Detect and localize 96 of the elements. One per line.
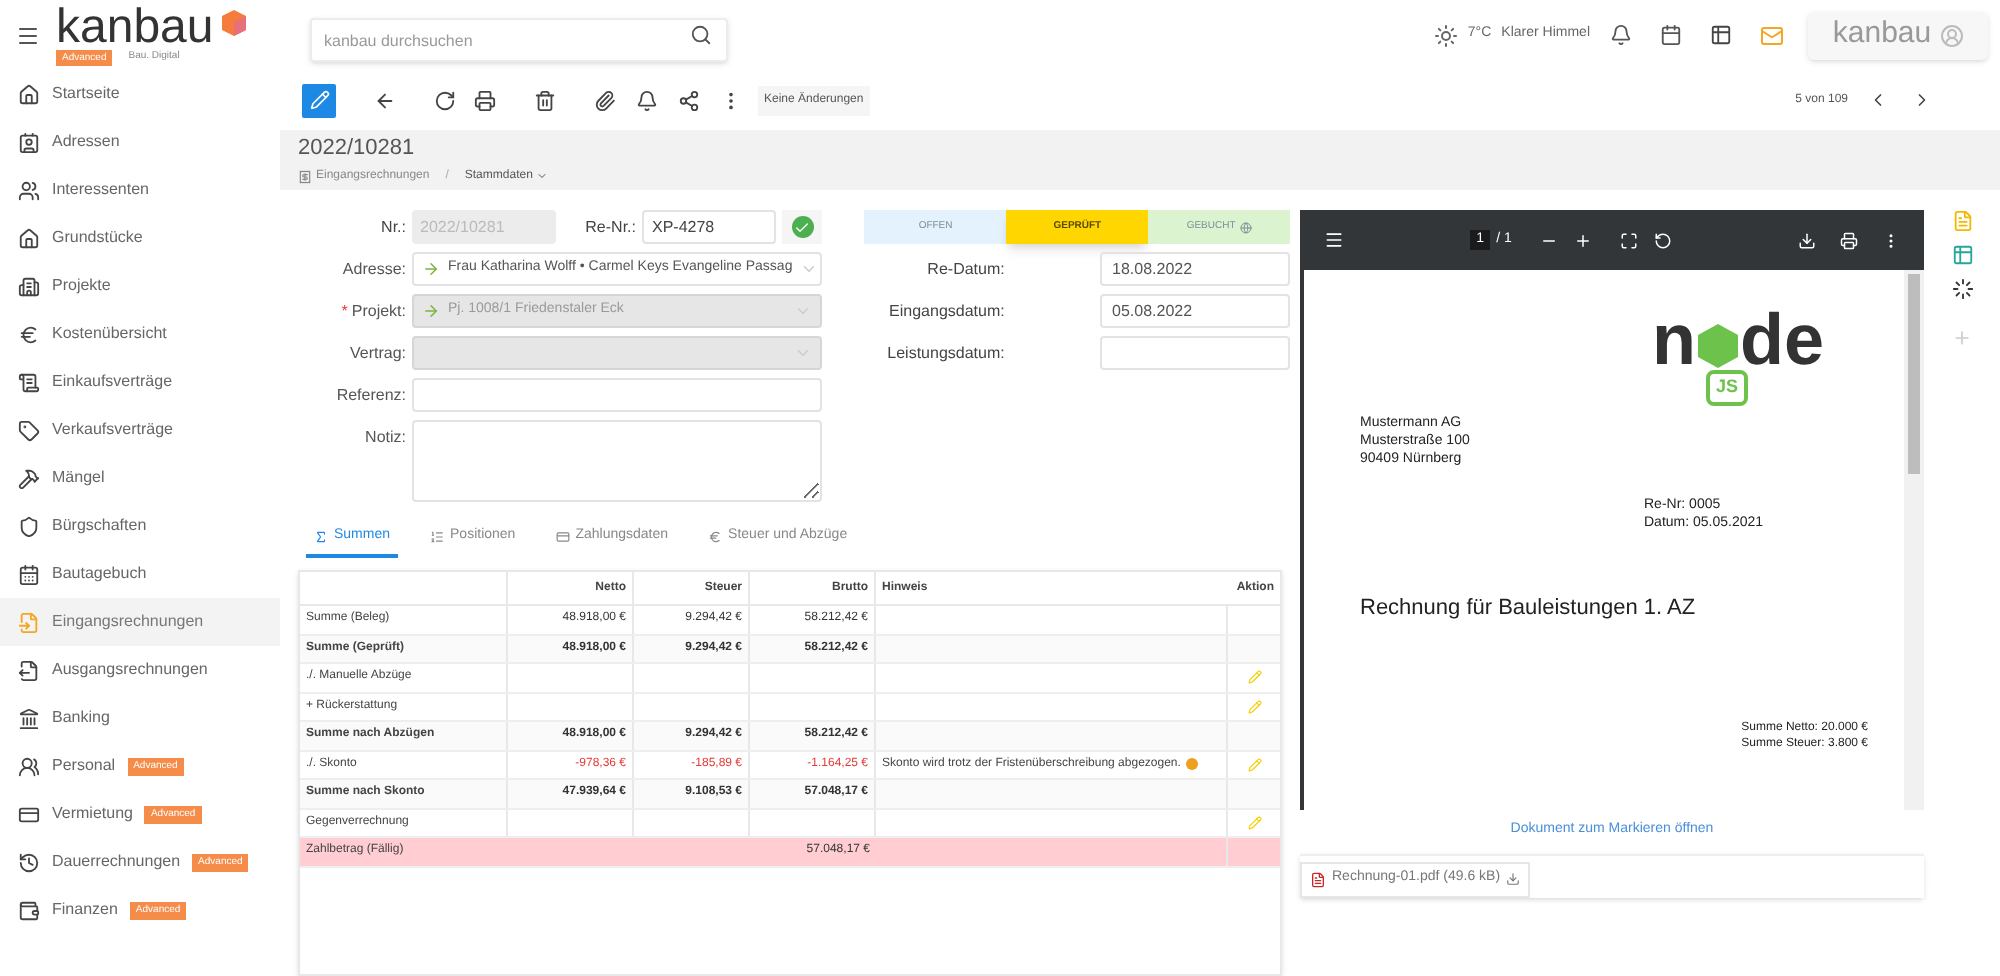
sidebar-item[interactable]: Ausgangsrechnungen (0, 646, 280, 694)
field-label: Referenz: (336, 383, 406, 407)
zoom-in-icon[interactable] (1573, 231, 1592, 249)
bell-icon[interactable] (636, 89, 658, 111)
date-field[interactable]: 18.08.2022 (1100, 252, 1290, 286)
sidebar-item[interactable]: Verkaufsverträge (0, 406, 280, 454)
nav-icon (18, 323, 40, 345)
sidebar-item[interactable]: Bautagebuch (0, 550, 280, 598)
field-label: Nr.: (379, 215, 406, 239)
nav-icon (18, 179, 40, 201)
nav-icon (18, 275, 40, 297)
sidebar-item[interactable]: Bürgschaften (0, 502, 280, 550)
table-icon[interactable] (1710, 24, 1732, 46)
scrollbar-thumb[interactable] (1908, 274, 1920, 474)
logo-text: de (1739, 306, 1824, 374)
hexagon-icon (1695, 322, 1740, 370)
sidebar-item[interactable]: Projekte (0, 262, 280, 310)
nav-icon (18, 851, 40, 873)
chevron-down-icon (800, 260, 819, 278)
menu-icon[interactable] (16, 23, 40, 47)
tab-icon (555, 529, 570, 543)
trash-icon[interactable] (534, 89, 556, 111)
field-label: Notiz: (365, 425, 406, 449)
notes-field[interactable] (412, 420, 822, 502)
print-icon[interactable] (474, 89, 496, 111)
required-marker: * (341, 299, 348, 323)
tab-icon (314, 529, 328, 543)
field-label: Vertrag: (349, 341, 406, 365)
bell-icon[interactable] (1610, 24, 1632, 46)
search-field[interactable]: kanbau durchsuchen (310, 18, 728, 62)
nav-icon (18, 419, 40, 441)
logo-text: n (1651, 306, 1696, 374)
tab-icon (430, 529, 445, 543)
nav-icon (18, 515, 40, 537)
nav-icon (18, 131, 40, 153)
sidebar-item[interactable]: Grundstücke (0, 214, 280, 262)
menu-icon[interactable] (1324, 230, 1344, 250)
field-label: Re-Nr.: (583, 215, 636, 239)
record-title: 2022/10281 (298, 135, 417, 161)
sidebar-item[interactable]: Adressen (0, 118, 280, 166)
input-field[interactable] (412, 378, 822, 412)
field-label: Leistungsdatum: (885, 341, 1005, 365)
edit-button[interactable] (302, 83, 336, 117)
chevron-down-icon (536, 170, 549, 182)
nav-icon (18, 755, 40, 777)
search-icon[interactable] (690, 23, 712, 45)
nav-icon (18, 803, 40, 825)
nav-icon (18, 467, 40, 489)
sidebar-item[interactable]: Einkaufsverträge (0, 358, 280, 406)
nav-icon (18, 371, 40, 393)
date-field[interactable] (1100, 336, 1290, 370)
field-label: Eingangsdatum: (887, 299, 1005, 323)
print-icon[interactable] (1840, 231, 1859, 249)
share-icon[interactable] (678, 89, 700, 111)
nav-icon (18, 563, 40, 585)
logo-wordmark: kanbau (56, 5, 214, 49)
nav-icon (18, 707, 40, 729)
pdf-file-icon (1310, 871, 1326, 887)
pencil-icon (309, 90, 329, 110)
nav-icon (18, 83, 40, 105)
cube-logo-icon (217, 5, 250, 37)
document-heading: Rechnung für Bauleistungen 1. AZ (1360, 593, 1698, 623)
calendar-icon[interactable] (1660, 24, 1682, 46)
nav-icon (18, 659, 40, 681)
refresh-icon[interactable] (434, 89, 456, 111)
chevron-down-icon (794, 344, 812, 362)
arrow-icon (422, 302, 440, 320)
chevron-down-icon (794, 302, 812, 320)
field-label: Adresse: (342, 257, 406, 281)
arrow-icon (422, 260, 440, 278)
sun-icon (1433, 23, 1458, 47)
sidebar-item[interactable]: Mängel (0, 454, 280, 502)
sidebar-item[interactable]: Kostenübersicht (0, 310, 280, 358)
user-avatar-icon (1939, 23, 1964, 47)
logo-badge: JS (1705, 370, 1748, 405)
globe-icon (1239, 221, 1252, 233)
download-icon (1506, 872, 1521, 886)
fit-page-icon[interactable] (1619, 231, 1638, 249)
loader-icon[interactable] (1951, 278, 1973, 300)
field-label: Projekt: (351, 299, 406, 323)
invoice-number-field[interactable]: XP-4278 (642, 210, 776, 244)
sidebar-item[interactable]: Interessenten (0, 166, 280, 214)
tab-icon (708, 529, 723, 543)
back-icon[interactable] (374, 89, 396, 111)
sidebar-item[interactable]: Eingangsrechnungen (0, 598, 280, 646)
nav-icon (18, 899, 40, 921)
sidebar-item[interactable]: Banking (0, 694, 280, 742)
rotate-icon[interactable] (1653, 231, 1672, 249)
date-field[interactable]: 05.08.2022 (1100, 294, 1290, 328)
nav-icon (18, 227, 40, 249)
sidebar-item[interactable]: Startseite (0, 70, 280, 118)
field-label: Re-Datum: (925, 257, 1005, 281)
download-icon[interactable] (1798, 231, 1817, 249)
paperclip-icon[interactable] (594, 89, 616, 111)
receipt-icon (298, 169, 312, 183)
nav-icon (18, 611, 40, 633)
